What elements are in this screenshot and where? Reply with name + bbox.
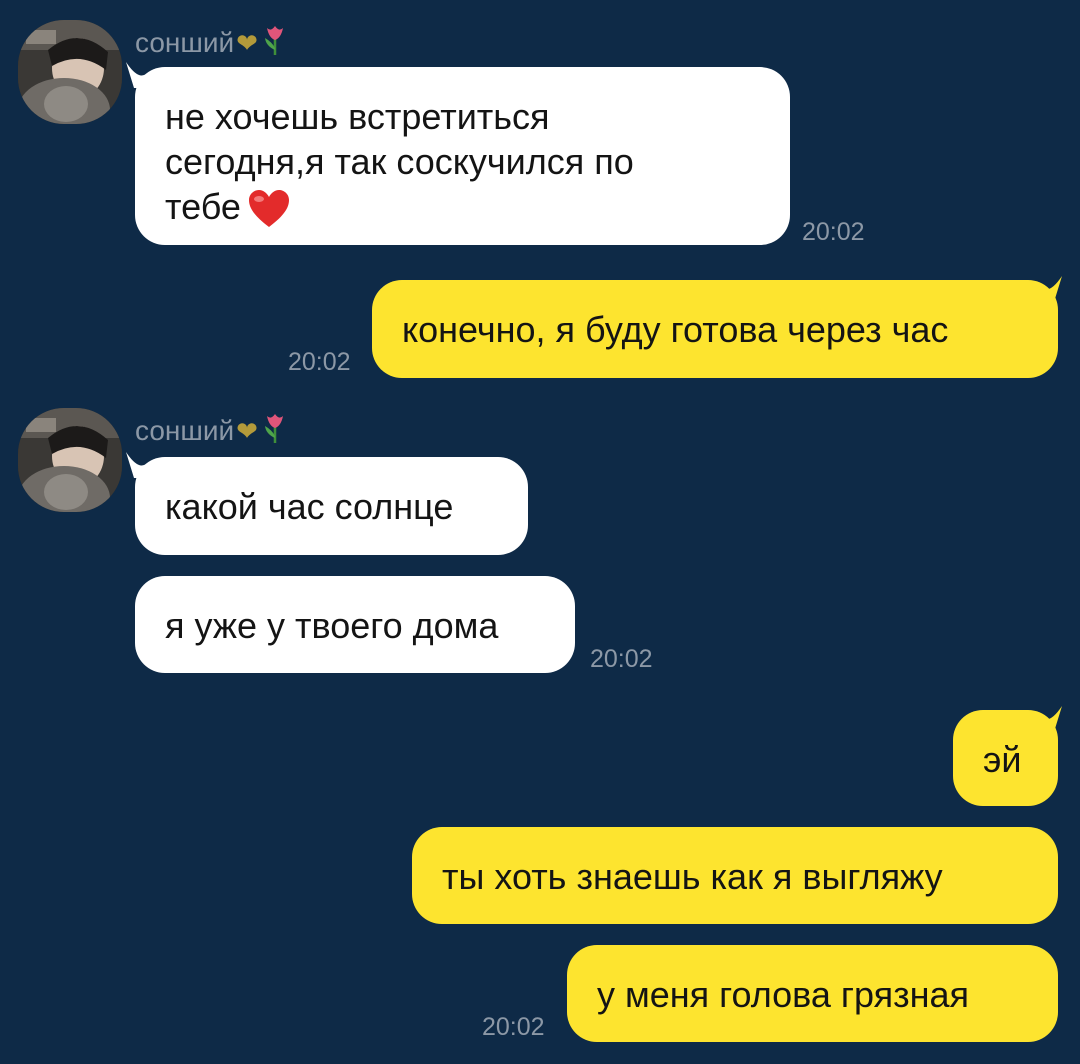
message-text-line: не хочешь встретиться: [165, 96, 550, 137]
message-bubble-outgoing[interactable]: эй: [953, 710, 1058, 806]
message-text: у меня голова грязная: [597, 974, 970, 1015]
message-time: 20:02: [288, 348, 351, 376]
message-bubble-incoming[interactable]: какой час солнце: [135, 457, 528, 555]
message-text: конечно, я буду готова через час: [402, 309, 949, 350]
message-time: 20:02: [802, 218, 865, 246]
sender-name: сонший❤: [135, 412, 288, 451]
sender-name-text: сонший: [135, 27, 235, 58]
message-bubble-outgoing[interactable]: у меня голова грязная: [567, 945, 1058, 1042]
avatar-photo: [18, 20, 122, 124]
sender-name-text: сонший: [135, 415, 235, 446]
message-time: 20:02: [590, 645, 653, 673]
message-text-line: тебе: [165, 184, 760, 239]
message-bubble-incoming[interactable]: я уже у твоего дома: [135, 576, 575, 673]
message-time: 20:02: [482, 1013, 545, 1041]
avatar-photo: [18, 408, 122, 512]
sender-name: сонший❤: [135, 24, 288, 63]
message-text: я уже у твоего дома: [165, 605, 499, 646]
gold-heart-icon: ❤: [236, 416, 258, 446]
tulip-icon: [262, 24, 288, 63]
avatar[interactable]: [18, 20, 122, 124]
message-text: какой час солнце: [165, 486, 454, 527]
gold-heart-icon: ❤: [236, 28, 258, 58]
message-text: ты хоть знаешь как я выгляжу: [442, 856, 943, 897]
red-heart-icon: [247, 189, 291, 239]
avatar[interactable]: [18, 408, 122, 512]
message-bubble-incoming[interactable]: не хочешь встретиться сегодня,я так соск…: [135, 67, 790, 245]
message-text: эй: [983, 739, 1022, 780]
message-bubble-outgoing[interactable]: ты хоть знаешь как я выгляжу: [412, 827, 1058, 924]
message-bubble-outgoing[interactable]: конечно, я буду готова через час: [372, 280, 1058, 378]
tulip-icon: [262, 412, 288, 451]
message-text-line: сегодня,я так соскучился по: [165, 141, 634, 182]
